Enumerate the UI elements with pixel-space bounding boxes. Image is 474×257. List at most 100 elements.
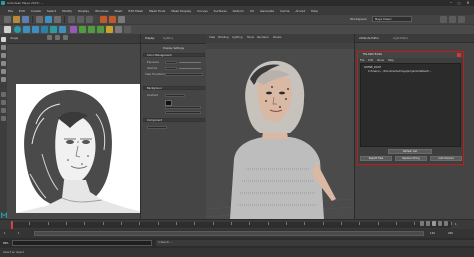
exposure-slider[interactable] [179,62,201,63]
tab-light-editor[interactable]: Light Editor [393,37,408,40]
new-scene-icon[interactable] [4,16,11,23]
menu-deform[interactable]: Deform [233,9,244,13]
perspective-viewport[interactable]: View Shading Lighting Show Renderer Pane… [206,34,354,219]
shelf-uv-icon[interactable] [115,26,122,33]
viewport-menu-view[interactable]: View [209,36,215,39]
menu-arnold[interactable]: Arnold [295,9,305,13]
toggle-channel-box-icon[interactable] [458,16,465,23]
shelf-combine-icon[interactable] [70,26,77,33]
paint-select-tool-icon[interactable] [1,53,6,58]
play-icon[interactable] [432,221,436,226]
tab-attribute-editor[interactable]: Attribute Editor [359,37,379,40]
scale-tool-icon[interactable] [1,77,6,82]
shelf-bridge-icon[interactable] [97,26,104,33]
snap-point-icon[interactable] [86,16,93,23]
select-tool-icon[interactable] [1,37,6,42]
image-panel-icon-a[interactable] [47,35,52,40]
shelf-cone-icon[interactable] [59,26,66,33]
shelf-sphere-icon[interactable] [14,26,21,33]
shelf-select-tool-icon[interactable] [4,26,11,33]
shelf-settings-icon[interactable] [124,26,131,33]
menu-select[interactable]: Select [47,9,56,13]
exposure-field[interactable] [165,61,177,64]
range-end-field[interactable]: 200 [448,232,453,235]
background-extra-field-2[interactable] [165,111,201,114]
menu-mesh[interactable]: Mesh [115,9,123,13]
view-transform-dropdown[interactable] [165,73,203,76]
menu-uv[interactable]: UV [250,9,254,13]
range-inner-start-field[interactable]: 1 [18,232,20,235]
shelf-merge-icon[interactable] [106,26,113,33]
viewport-menu-show[interactable]: Show [247,36,254,39]
fpe-menu-show[interactable]: Show [377,59,384,62]
background-extra-field[interactable] [165,106,201,109]
toggle-modeling-toolkit-icon[interactable] [440,16,447,23]
snap-curve-icon[interactable] [77,16,84,23]
minimize-button[interactable]: – [448,1,454,5]
menu-mesh-display[interactable]: Mesh Display [171,9,191,13]
range-slider[interactable] [34,231,424,236]
current-frame-field[interactable]: 1 [455,223,457,226]
menu-cache[interactable]: Cache [280,9,289,13]
step-back-icon[interactable] [426,221,430,226]
replace-string-button[interactable]: Replace String [395,156,427,161]
outliner-layout-icon[interactable] [1,116,6,121]
single-view-layout-icon[interactable] [1,92,6,97]
snap-grid-icon[interactable] [68,16,75,23]
select-by-hierarchy-icon[interactable] [36,16,43,23]
tree-item-path[interactable]: C:/Users/..../Documents/maya/projects/de… [368,70,458,73]
menu-edit-mesh[interactable]: Edit Mesh [128,9,143,13]
image-panel-icon-c[interactable] [63,35,68,40]
workspace-selector[interactable]: Maya Classic [372,16,412,22]
menu-surfaces[interactable]: Surfaces [214,9,227,13]
rotate-tool-icon[interactable] [1,69,6,74]
fpe-menu-file[interactable]: File [360,59,364,62]
mel-label[interactable]: MEL [3,241,9,245]
shelf-plane-icon[interactable] [41,26,48,33]
render-icon[interactable] [100,16,107,23]
save-scene-icon[interactable] [22,16,29,23]
ipr-render-icon[interactable] [109,16,116,23]
menu-generate[interactable]: Generate [260,9,274,13]
menu-edit[interactable]: Edit [19,9,25,13]
tab-display[interactable]: Display [145,37,155,40]
viewport-menu-renderer[interactable]: Renderer [257,36,269,39]
shelf-bevel-icon[interactable] [88,26,95,33]
menu-display[interactable]: Display [78,9,89,13]
close-window-button[interactable]: × [465,1,471,5]
step-forward-icon[interactable] [438,221,442,226]
render-settings-icon[interactable] [118,16,125,23]
image-panel-icon-b[interactable] [55,35,60,40]
tree-item-root[interactable]: SCENE_ROOT [364,66,381,69]
tab-lighting[interactable]: Lighting [163,37,173,40]
go-to-start-icon[interactable] [420,221,424,226]
component-field[interactable] [147,126,167,129]
file-path-tree[interactable]: SCENE_ROOT C:/Users/..../Documents/maya/… [360,63,461,147]
background-type-dropdown[interactable] [165,94,185,97]
gamma-field[interactable] [165,67,177,70]
menu-modify[interactable]: Modify [62,9,72,13]
select-by-object-icon[interactable] [45,16,52,23]
viewport-menu-lighting[interactable]: Lighting [232,36,242,39]
open-scene-icon[interactable] [13,16,20,23]
color-management-frame[interactable]: Color Management [143,53,205,57]
fpe-menu-edit[interactable]: Edit [368,59,373,62]
menu-curves[interactable]: Curves [197,9,207,13]
fpe-close-icon[interactable] [457,53,461,57]
menu-create[interactable]: Create [31,9,41,13]
range-inner-end-field[interactable]: 120 [430,232,435,235]
go-to-end-icon[interactable] [444,221,448,226]
side-by-side-layout-icon[interactable] [1,108,6,113]
viewport-menu-panels[interactable]: Panels [273,36,281,39]
background-frame[interactable]: Background [143,86,205,90]
component-frame[interactable]: Component [143,118,205,122]
menu-help[interactable]: Help [311,9,318,13]
command-input[interactable] [12,240,152,246]
lasso-tool-icon[interactable] [1,45,6,50]
maximize-button[interactable]: □ [456,1,462,5]
refresh-list-button[interactable]: Refresh List [388,149,432,154]
repath-files-button[interactable]: Repath Files [360,156,392,161]
menu-file[interactable]: File [8,9,13,13]
gamma-slider[interactable] [179,68,201,69]
viewport-menu-shading[interactable]: Shading [218,36,229,39]
